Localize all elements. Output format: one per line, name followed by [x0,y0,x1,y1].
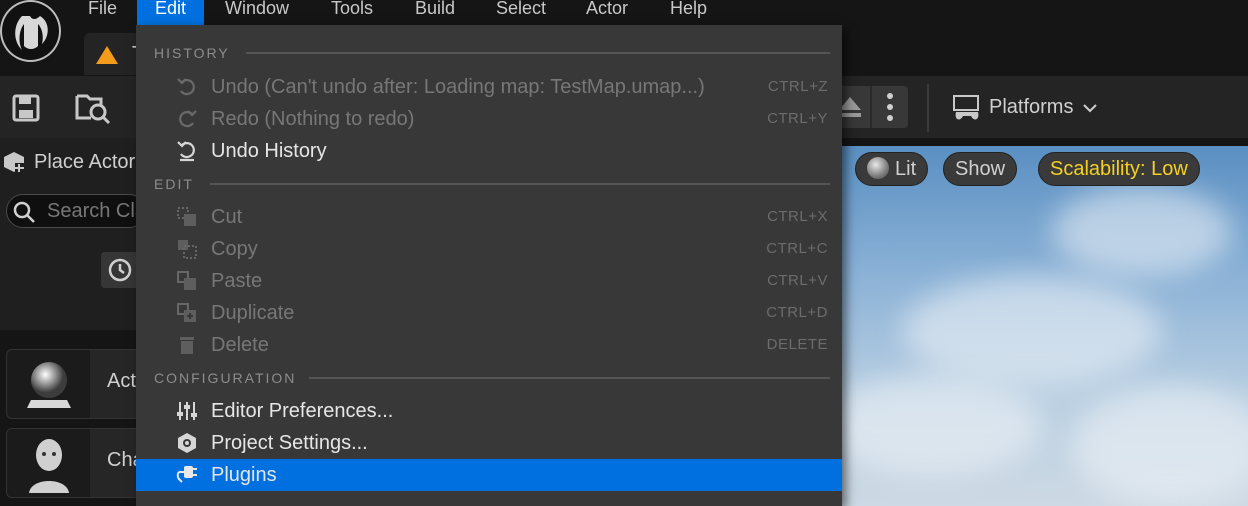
chevron-down-icon [1083,104,1097,113]
menu-item-label: Project Settings... [211,432,368,454]
menu-item-delete[interactable]: Delete DELETE [136,329,842,361]
clock-icon [108,258,132,282]
search-placeholder: Search Cla [47,200,146,222]
paste-icon [177,271,196,290]
show-button[interactable]: Show [943,152,1018,186]
menu-item-shortcut: DELETE [766,336,828,353]
menu-item-shortcut: CTRL+D [766,304,828,321]
menu-item-paste[interactable]: Paste CTRL+V [136,265,842,297]
undo-history-icon [177,141,195,162]
menu-window[interactable]: Window [207,0,307,25]
menu-file[interactable]: File [70,0,135,25]
platforms-label: Platforms [989,96,1074,118]
menu-item-label: Undo History [211,140,327,162]
menu-build[interactable]: Build [397,0,473,25]
search-icon [13,201,35,223]
scalability-button[interactable]: Scalability: Low [1038,152,1200,186]
section-header-configuration: CONFIGURATION [154,370,297,386]
menu-item-label: Duplicate [211,302,295,324]
menu-item-label: Editor Preferences... [211,400,394,422]
place-actors-title: Place Actor [34,151,136,173]
section-divider [210,183,830,185]
menu-item-label: Cut [211,206,243,228]
actor-thumbnail [7,350,90,418]
menu-item-editor-preferences[interactable]: Editor Preferences... [136,395,842,427]
scalability-label: Scalability: Low [1050,158,1188,180]
character-icon [29,439,69,493]
lit-sphere-icon [867,157,889,179]
menu-item-shortcut: CTRL+X [767,208,828,225]
menu-item-label: Delete [211,334,269,356]
redo-icon [179,110,197,128]
duplicate-icon [177,303,196,322]
section-header-history: HISTORY [154,45,230,61]
menu-item-shortcut: CTRL+V [767,272,828,289]
section-divider [309,377,830,379]
trash-icon [180,337,194,354]
menu-help[interactable]: Help [652,0,725,25]
menu-item-copy[interactable]: Copy CTRL+C [136,233,842,265]
menu-item-shortcut: CTRL+C [766,240,828,257]
menu-select[interactable]: Select [478,0,564,25]
actor-card[interactable]: Act [6,349,146,419]
cut-icon [177,207,196,226]
section-header-edit: EDIT [154,176,194,192]
toolbar-separator [927,84,929,132]
menu-item-cut[interactable]: Cut CTRL+X [136,201,842,233]
character-card[interactable]: Cha [6,428,146,498]
menu-actor[interactable]: Actor [568,0,646,25]
menu-item-duplicate[interactable]: Duplicate CTRL+D [136,297,842,329]
platforms-button[interactable]: Platforms [989,90,1097,124]
save-icon[interactable] [12,94,40,127]
more-options-icon[interactable] [886,92,894,122]
copy-icon [178,240,197,259]
browse-content-icon[interactable] [75,90,111,131]
menu-item-label: Plugins [211,464,277,486]
lit-mode-button[interactable]: Lit [855,152,929,186]
level-viewport[interactable] [842,146,1248,506]
menu-bar: File Edit Window Tools Build Select Acto… [0,0,1248,25]
sliders-icon [177,402,197,420]
menu-edit[interactable]: Edit [137,0,205,25]
menu-item-undo[interactable]: Undo (Can't undo after: Loading map: Tes… [136,71,842,103]
plugin-icon [176,466,197,483]
actor-label: Act [107,370,136,392]
menu-item-label: Redo (Nothing to redo) [211,108,415,130]
menu-item-plugins[interactable]: Plugins [136,459,842,491]
menu-item-label: Copy [211,238,258,260]
menu-tools[interactable]: Tools [313,0,391,25]
menu-item-shortcut: CTRL+Y [767,110,828,127]
sphere-actor-icon [27,362,71,408]
menu-item-redo[interactable]: Redo (Nothing to redo) CTRL+Y [136,103,842,135]
gamepad-icon [952,94,982,127]
recent-button[interactable] [101,252,141,288]
section-divider [246,52,830,54]
show-label: Show [955,158,1006,180]
lit-label: Lit [895,158,917,180]
menu-item-shortcut: CTRL+Z [767,78,828,95]
project-settings-icon [178,433,196,453]
undo-icon [177,78,195,96]
unreal-logo-icon[interactable] [0,0,61,62]
warning-icon [96,46,118,64]
menu-item-project-settings[interactable]: Project Settings... [136,427,842,459]
menu-item-label: Undo (Can't undo after: Loading map: Tes… [211,76,705,98]
menu-item-undo-history[interactable]: Undo History [136,135,842,167]
character-thumbnail [7,429,90,497]
menu-item-label: Paste [211,270,263,292]
